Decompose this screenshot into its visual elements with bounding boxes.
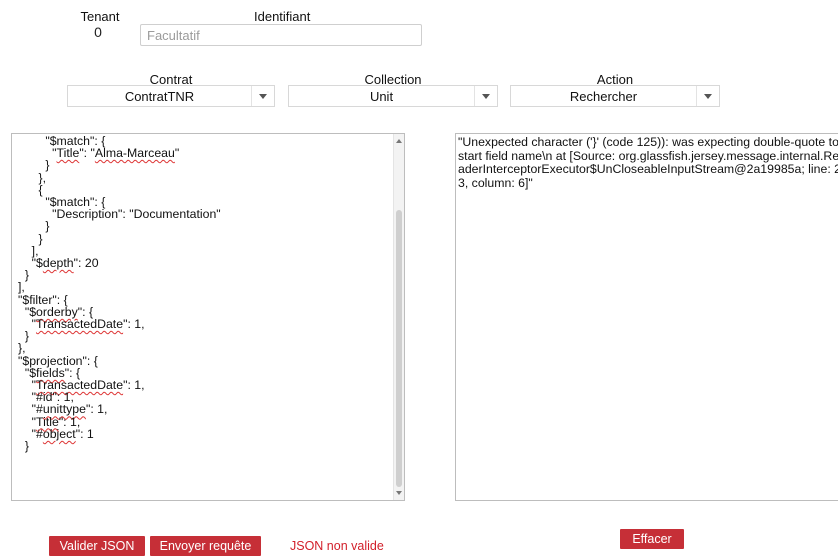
code-line: } — [18, 439, 29, 454]
code-line: "$depth": 20 — [18, 256, 99, 271]
action-select[interactable]: Rechercher — [510, 85, 720, 107]
chevron-down-icon[interactable] — [474, 86, 497, 106]
code-line: "#object": 1 — [18, 426, 94, 441]
code-line: "Description": "Documentation" — [18, 207, 221, 222]
identifier-input[interactable] — [140, 24, 422, 46]
scrollbar-thumb[interactable] — [396, 210, 402, 487]
code-line: } — [18, 158, 50, 173]
send-request-button[interactable]: Envoyer requête — [150, 536, 261, 556]
identifier-label: Identifiant — [254, 9, 311, 24]
request-code[interactable]: "$match": { "Title": "Alma-Marceau" } },… — [12, 134, 404, 454]
collection-select[interactable]: Unit — [288, 85, 498, 107]
scroll-down-icon[interactable] — [395, 488, 403, 498]
tenant-value: 0 — [94, 24, 102, 40]
contract-select-value: ContratTNR — [124, 88, 195, 104]
clear-button[interactable]: Effacer — [620, 529, 684, 549]
code-line: } — [18, 219, 50, 234]
tenant-label: Tenant — [80, 9, 120, 24]
code-line: "Title": "Alma-Marceau" — [18, 146, 180, 161]
action-select-value: Rechercher — [569, 88, 638, 104]
contract-select[interactable]: ContratTNR — [67, 85, 275, 107]
code-line: ], — [18, 280, 25, 295]
json-status-text: JSON non valide — [290, 539, 384, 553]
validate-json-button[interactable]: Valider JSON — [49, 536, 145, 556]
response-panel[interactable]: "Unexpected character ('}' (code 125)): … — [455, 133, 838, 501]
collection-select-value: Unit — [369, 88, 394, 104]
request-editor[interactable]: "$match": { "Title": "Alma-Marceau" } },… — [11, 133, 405, 501]
chevron-down-icon[interactable] — [251, 86, 274, 106]
code-line: "TransactedDate": 1, — [18, 317, 145, 332]
scroll-up-icon[interactable] — [395, 136, 403, 146]
editor-scrollbar[interactable] — [393, 134, 404, 500]
code-line: }, — [18, 341, 26, 356]
response-text: "Unexpected character ('}' (code 125)): … — [458, 135, 838, 190]
code-line: }, — [18, 170, 47, 185]
chevron-down-icon[interactable] — [696, 86, 719, 106]
code-line: "TransactedDate": 1, — [18, 378, 145, 393]
code-line: "#unittype": 1, — [18, 402, 108, 417]
code-line: } — [18, 268, 29, 283]
code-line: } — [18, 329, 29, 344]
code-line: } — [18, 231, 43, 246]
